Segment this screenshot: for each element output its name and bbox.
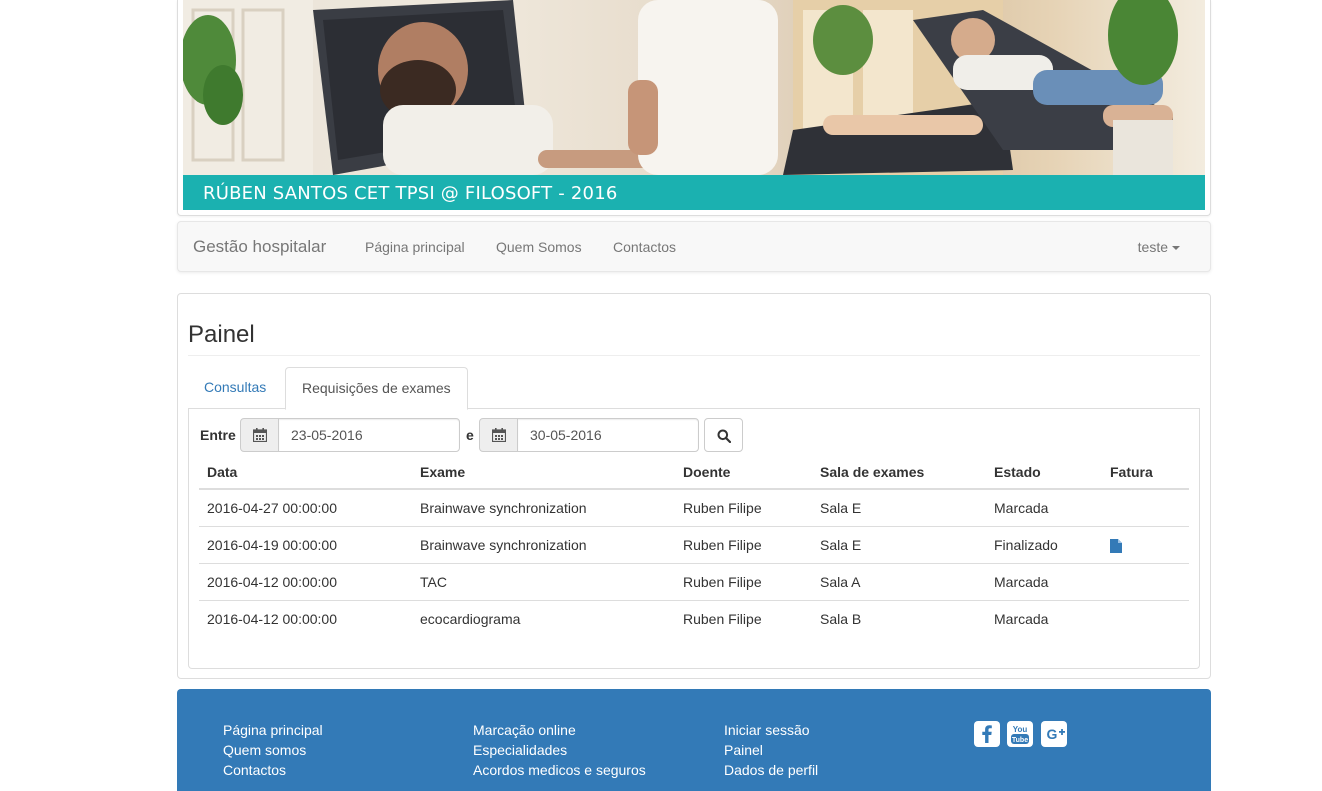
footer-link-specialties[interactable]: Especialidades (473, 740, 646, 760)
banner-caption: RÚBEN SANTOS CET TPSI @ FILOSOFT - 2016 (183, 175, 1205, 210)
col-header-exame: Exame (412, 455, 675, 490)
cell-fatura (1102, 562, 1189, 600)
cell-sala: Sala E (812, 525, 986, 563)
footer-link-login[interactable]: Iniciar sessão (724, 720, 818, 740)
cell-estado: Marcada (986, 599, 1102, 637)
cell-doente: Ruben Filipe (675, 525, 812, 563)
svg-text:G: G (1047, 726, 1058, 742)
svg-text:You: You (1013, 725, 1028, 734)
footer-col-account: Iniciar sessão Painel Dados de perfil (724, 720, 818, 780)
col-header-doente: Doente (675, 455, 812, 490)
footer-col-site: Página principal Quem somos Contactos (223, 720, 323, 780)
cell-doente: Ruben Filipe (675, 562, 812, 600)
page-title: Painel (188, 321, 255, 348)
cell-data: 2016-04-19 00:00:00 (199, 525, 412, 563)
footer-link-contacts[interactable]: Contactos (223, 760, 323, 780)
from-date-addon[interactable] (240, 418, 279, 452)
cell-estado: Marcada (994, 499, 1049, 516)
cell-exame: Brainwave synchronization (420, 499, 587, 516)
from-date-input[interactable] (278, 418, 460, 452)
tab-bar: Consultas Requisições de exames (188, 367, 1200, 410)
footer-col-services: Marcação online Especialidades Acordos m… (473, 720, 646, 780)
invoice-file-icon[interactable] (1110, 539, 1122, 554)
user-name: teste (1137, 239, 1168, 255)
footer-link-online-booking[interactable]: Marcação online (473, 720, 646, 740)
user-menu-dropdown[interactable]: teste (1138, 222, 1180, 272)
tab-content: Entre e (188, 408, 1200, 669)
tab-requisicoes-exames[interactable]: Requisições de exames (285, 367, 468, 410)
table-row: 2016-04-12 00:00:00 TAC Ruben Filipe Sal… (199, 562, 1189, 600)
cell-exame: TAC (412, 562, 675, 600)
col-header-data: Data (199, 455, 412, 490)
to-date-input[interactable] (517, 418, 699, 452)
navbar: Gestão hospitalar Página principal Quem … (177, 221, 1211, 272)
tab-consultas[interactable]: Consultas (188, 367, 282, 409)
title-divider (188, 355, 1200, 356)
col-header-sala: Sala de exames (812, 455, 986, 490)
cell-doente: Ruben Filipe (683, 499, 762, 516)
facebook-icon[interactable] (974, 721, 1000, 747)
exams-table: Data Exame Doente Sala de exames Estado … (199, 455, 1189, 637)
banner: RÚBEN SANTOS CET TPSI @ FILOSOFT - 2016 (183, 0, 1205, 210)
cell-fatura (1102, 489, 1189, 526)
table-row: 2016-04-27 00:00:00 Brainwave synchroniz… (199, 489, 1189, 526)
footer-link-agreements[interactable]: Acordos medicos e seguros (473, 760, 646, 780)
nav-link-about[interactable]: Quem Somos (496, 222, 582, 272)
col-header-estado: Estado (986, 455, 1102, 490)
cell-exame: ecocardiograma (412, 599, 675, 637)
cell-fatura (1102, 525, 1189, 563)
table-row: 2016-04-19 00:00:00 Brainwave synchroniz… (199, 525, 1189, 563)
cell-data: 2016-04-12 00:00:00 (199, 599, 412, 637)
header-banner: RÚBEN SANTOS CET TPSI @ FILOSOFT - 2016 (177, 0, 1211, 216)
caret-down-icon (1172, 246, 1180, 251)
cell-sala: Sala E (820, 499, 862, 516)
table-row: 2016-04-12 00:00:00 ecocardiograma Ruben… (199, 599, 1189, 637)
search-button[interactable] (704, 418, 743, 452)
cell-doente: Ruben Filipe (675, 599, 812, 637)
cell-exame: Brainwave synchronization (412, 525, 675, 563)
cell-data: 2016-04-12 00:00:00 (199, 562, 412, 600)
cell-data: 2016-04-27 00:00:00 (207, 499, 337, 516)
navbar-brand[interactable]: Gestão hospitalar (193, 222, 326, 272)
from-date-group (240, 418, 460, 452)
footer-link-panel[interactable]: Painel (724, 740, 818, 760)
and-label: e (466, 427, 474, 443)
main-panel: Painel Consultas Requisições de exames E… (177, 293, 1211, 679)
cell-fatura (1102, 599, 1189, 637)
banner-illustration (183, 0, 1178, 175)
table-header-row: Data Exame Doente Sala de exames Estado … (199, 455, 1189, 490)
cell-sala: Sala A (812, 562, 986, 600)
to-date-addon[interactable] (479, 418, 518, 452)
calendar-icon (492, 428, 506, 442)
col-header-fatura: Fatura (1102, 455, 1189, 490)
cell-sala: Sala B (812, 599, 986, 637)
nav-link-home[interactable]: Página principal (365, 222, 465, 272)
footer-link-profile[interactable]: Dados de perfil (724, 760, 818, 780)
youtube-icon[interactable]: You Tube (1007, 721, 1033, 747)
svg-text:Tube: Tube (1012, 737, 1028, 744)
to-date-group (479, 418, 699, 452)
nav-link-contacts[interactable]: Contactos (613, 222, 676, 272)
footer-link-about[interactable]: Quem somos (223, 740, 323, 760)
google-plus-icon[interactable]: G (1041, 721, 1067, 747)
search-icon (717, 429, 731, 443)
footer: Página principal Quem somos Contactos Ma… (177, 689, 1211, 791)
between-label: Entre (200, 427, 236, 443)
footer-link-home[interactable]: Página principal (223, 720, 323, 740)
banner-photo (183, 0, 1205, 175)
cell-estado: Finalizado (986, 525, 1102, 563)
cell-estado: Marcada (986, 562, 1102, 600)
calendar-icon (253, 428, 267, 442)
